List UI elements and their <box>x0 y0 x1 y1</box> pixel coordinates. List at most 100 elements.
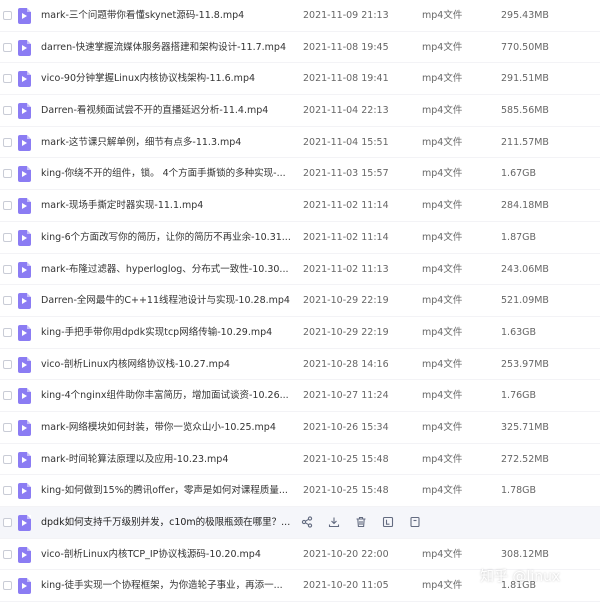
file-size: 1.87GB <box>501 231 537 243</box>
row-checkbox[interactable] <box>3 422 12 432</box>
file-name[interactable]: mark-这节课只解单例，细节有点多-11.3.mp4 <box>41 127 293 158</box>
file-type: mp4文件 <box>422 485 463 497</box>
video-file-icon <box>18 546 31 563</box>
row-checkbox[interactable] <box>3 486 12 496</box>
video-file-icon <box>18 166 31 183</box>
file-row[interactable]: king-6个方面改写你的简历，让你的简历不再业余-10.31... 2021-1… <box>0 222 600 254</box>
file-name[interactable]: mark-布隆过滤器、hyperloglog、分布式一致性-10.30... <box>41 254 293 285</box>
file-size: 253.97MB <box>501 358 549 370</box>
video-file-icon <box>18 293 31 310</box>
row-checkbox[interactable] <box>3 296 12 306</box>
file-type: mp4文件 <box>422 548 463 560</box>
file-name[interactable]: king-4个nginx组件助你丰富简历，增加面试谈资-10.26... <box>41 380 293 411</box>
row-checkbox[interactable] <box>3 201 12 211</box>
file-name[interactable]: Darren-看视频面试尝不开的直播延迟分析-11.4.mp4 <box>41 95 293 126</box>
file-date: 2021-10-28 14:16 <box>303 358 389 370</box>
file-date: 2021-11-02 11:14 <box>303 200 389 212</box>
file-type: mp4文件 <box>422 168 463 180</box>
file-size: 295.43MB <box>501 10 549 21</box>
file-row[interactable]: mark-这节课只解单例，细节有点多-11.3.mp4 2021-11-04 15… <box>0 127 600 159</box>
file-name[interactable]: Darren-全网最牛的C++11线程池设计与实现-10.28.mp4 <box>41 285 293 316</box>
file-row[interactable]: dpdk如何支持千万级别并发，c10m的极限瓶颈在哪里？... <box>0 507 600 539</box>
file-name[interactable]: mark-网络模块如何封装，带你一览众山小-10.25.mp4 <box>41 412 293 443</box>
file-type: mp4文件 <box>422 580 463 592</box>
file-row[interactable]: Darren-看视频面试尝不开的直播延迟分析-11.4.mp4 2021-11-0… <box>0 95 600 127</box>
file-name[interactable]: vico-剖析Linux内核TCP_IP协议栈源码-10.20.mp4 <box>41 539 293 570</box>
row-checkbox[interactable] <box>3 454 12 464</box>
row-checkbox[interactable] <box>3 264 12 274</box>
file-date: 2021-11-02 11:14 <box>303 231 389 243</box>
file-name[interactable]: mark-时间轮算法原理以及应用-10.23.mp4 <box>41 444 293 475</box>
file-row[interactable]: mark-现场手撕定时器实现-11.1.mp4 2021-11-02 11:14 m… <box>0 190 600 222</box>
file-name[interactable]: king-徒手实现一个协程框架，为你造轮子事业，再添一... <box>41 570 293 601</box>
row-checkbox[interactable] <box>3 11 12 20</box>
row-checkbox[interactable] <box>3 137 12 147</box>
file-type: mp4文件 <box>422 136 463 148</box>
file-name[interactable]: darren-快速掌握流媒体服务器搭建和架构设计-11.7.mp4 <box>41 32 293 63</box>
file-type: mp4文件 <box>422 390 463 402</box>
file-date: 2021-10-20 11:05 <box>303 580 389 592</box>
file-row[interactable]: king-手把手带你用dpdk实现tcp网络传输-10.29.mp4 2021-1… <box>0 317 600 349</box>
file-row[interactable]: mark-时间轮算法原理以及应用-10.23.mp4 2021-10-25 15:… <box>0 444 600 476</box>
file-size: 585.56MB <box>501 105 549 117</box>
row-checkbox[interactable] <box>3 581 12 591</box>
file-date: 2021-10-29 22:19 <box>303 295 389 307</box>
file-name[interactable]: mark-现场手撕定时器实现-11.1.mp4 <box>41 190 293 221</box>
more-icon[interactable] <box>408 515 422 529</box>
row-checkbox[interactable] <box>3 549 12 559</box>
file-date: 2021-10-25 15:48 <box>303 485 389 497</box>
row-checkbox[interactable] <box>3 106 12 116</box>
row-checkbox[interactable] <box>3 391 12 401</box>
file-row[interactable]: darren-快速掌握流媒体服务器搭建和架构设计-11.7.mp4 2021-11… <box>0 32 600 64</box>
file-name[interactable]: dpdk如何支持千万级别并发，c10m的极限瓶颈在哪里？... <box>41 507 303 538</box>
video-file-icon <box>18 419 31 436</box>
file-type: mp4文件 <box>422 453 463 465</box>
file-date: 2021-11-04 22:13 <box>303 105 389 117</box>
delete-icon[interactable] <box>354 515 368 529</box>
file-row[interactable]: king-4个nginx组件助你丰富简历，增加面试谈资-10.26... 2021… <box>0 380 600 412</box>
file-row[interactable]: mark-网络模块如何封装，带你一览众山小-10.25.mp4 2021-10-2… <box>0 412 600 444</box>
video-file-icon <box>18 388 31 405</box>
share-icon[interactable] <box>300 515 314 529</box>
row-checkbox[interactable] <box>3 169 12 179</box>
file-name[interactable]: mark-三个问题带你看懂skynet源码-11.8.mp4 <box>41 0 293 31</box>
file-date: 2021-11-04 15:51 <box>303 136 389 148</box>
file-name[interactable]: king-如何做到15%的腾讯offer，零声是如何对课程质量... <box>41 475 293 506</box>
row-checkbox[interactable] <box>3 42 12 52</box>
file-row[interactable]: mark-三个问题带你看懂skynet源码-11.8.mp4 2021-11-09… <box>0 0 600 32</box>
file-list: mark-三个问题带你看懂skynet源码-11.8.mp4 2021-11-09… <box>0 0 600 602</box>
download-icon[interactable] <box>327 515 341 529</box>
file-date: 2021-10-27 11:24 <box>303 390 389 402</box>
file-size: 272.52MB <box>501 453 549 465</box>
row-checkbox[interactable] <box>3 232 12 242</box>
file-row[interactable]: king-你绕不开的组件，锁。 4个方面手撕锁的多种实现-... 2021-11-… <box>0 158 600 191</box>
video-file-icon <box>18 515 31 531</box>
video-file-icon <box>18 71 31 88</box>
file-name[interactable]: vico-剖析Linux内核网络协议栈-10.27.mp4 <box>41 349 293 380</box>
row-checkbox[interactable] <box>3 359 12 369</box>
file-name[interactable]: king-你绕不开的组件，锁。 4个方面手撕锁的多种实现-... <box>41 158 293 189</box>
row-checkbox[interactable] <box>3 518 12 527</box>
file-date: 2021-10-29 22:19 <box>303 326 389 338</box>
row-checkbox[interactable] <box>3 74 12 84</box>
file-row[interactable]: vico-90分钟掌握Linux内核协议栈架构-11.6.mp4 2021-11-… <box>0 63 600 96</box>
file-row[interactable]: mark-布隆过滤器、hyperloglog、分布式一致性-10.30... 20… <box>0 254 600 286</box>
file-row[interactable]: Darren-全网最牛的C++11线程池设计与实现-10.28.mp4 2021-… <box>0 285 600 317</box>
video-file-icon <box>18 8 31 24</box>
file-type: mp4文件 <box>422 200 463 212</box>
file-name[interactable]: king-手把手带你用dpdk实现tcp网络传输-10.29.mp4 <box>41 317 293 348</box>
file-name[interactable]: king-6个方面改写你的简历，让你的简历不再业余-10.31... <box>41 222 293 253</box>
file-size: 291.51MB <box>501 73 549 85</box>
video-file-icon <box>18 39 31 56</box>
row-checkbox[interactable] <box>3 327 12 337</box>
file-name[interactable]: vico-90分钟掌握Linux内核协议栈架构-11.6.mp4 <box>41 63 293 94</box>
file-row[interactable]: vico-剖析Linux内核网络协议栈-10.27.mp4 2021-10-28 … <box>0 349 600 381</box>
file-size: 284.18MB <box>501 200 549 212</box>
file-row[interactable]: king-如何做到15%的腾讯offer，零声是如何对课程质量... 2021-1… <box>0 475 600 507</box>
file-size: 1.78GB <box>501 485 537 497</box>
rename-icon[interactable] <box>381 515 395 529</box>
file-date: 2021-10-25 15:48 <box>303 453 389 465</box>
file-date: 2021-11-08 19:45 <box>303 41 389 53</box>
file-date: 2021-11-09 21:13 <box>303 10 389 21</box>
video-file-icon <box>18 134 31 151</box>
